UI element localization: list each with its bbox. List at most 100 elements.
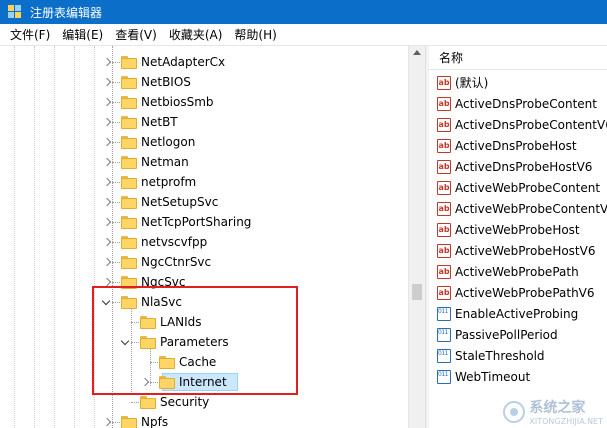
tree-node-label: Security xyxy=(160,395,210,409)
tree-node-netbt[interactable]: NetBT xyxy=(0,112,408,132)
string-value-icon: ab xyxy=(437,201,451,216)
scroll-up-arrow-icon[interactable] xyxy=(413,50,421,55)
value-row[interactable]: ab ActiveDnsProbeHostV6 xyxy=(437,156,592,177)
tree-scrollbar[interactable] xyxy=(408,46,425,428)
binary-value-icon: 011 110 xyxy=(437,348,451,363)
tree-node-label: Npfs xyxy=(141,415,169,428)
value-row[interactable]: ab ActiveDnsProbeHost xyxy=(437,135,577,156)
menu-bar: 文件(F) 编辑(E) 查看(V) 收藏夹(A) 帮助(H) xyxy=(0,24,607,46)
tree-node-label: netprofm xyxy=(141,175,197,189)
string-value-icon: ab xyxy=(437,180,451,195)
menu-view[interactable]: 查看(V) xyxy=(109,24,163,46)
window-title: 注册表编辑器 xyxy=(30,5,103,20)
value-row[interactable]: 011 110 StaleThreshold xyxy=(437,345,545,366)
value-row[interactable]: ab ActiveWebProbeHost xyxy=(437,219,580,240)
menu-help[interactable]: 帮助(H) xyxy=(228,24,282,46)
chevron-right-icon[interactable] xyxy=(102,78,112,88)
tree-node-nettcpportsharing[interactable]: NetTcpPortSharing xyxy=(0,212,408,232)
watermark-url: XITONGZHIJIA.NET xyxy=(529,417,603,426)
chevron-right-icon[interactable] xyxy=(102,238,112,248)
chevron-right-icon[interactable] xyxy=(102,158,112,168)
value-row[interactable]: ab ActiveWebProbePath xyxy=(437,261,579,282)
value-name: ActiveWebProbePathV6 xyxy=(455,285,595,300)
folder-icon xyxy=(121,236,137,249)
tree-node-label: NgcCtnrSvc xyxy=(141,255,212,269)
chevron-right-icon[interactable] xyxy=(102,138,112,148)
tree-node-ngcctnrsvc[interactable]: NgcCtnrSvc xyxy=(0,252,408,272)
folder-icon xyxy=(121,416,137,428)
value-name: ActiveWebProbeHost xyxy=(455,222,580,237)
folder-icon xyxy=(121,76,137,89)
watermark-brand: 系统之家 xyxy=(529,400,586,416)
tree-node-netbiossmb[interactable]: NetbiosSmb xyxy=(0,92,408,112)
value-name: (默认) xyxy=(455,76,489,90)
scroll-thumb[interactable] xyxy=(412,284,422,300)
tree-node-security[interactable]: Security xyxy=(0,392,408,412)
chevron-right-icon[interactable] xyxy=(102,118,112,128)
tree-node-label: NetTcpPortSharing xyxy=(141,215,252,229)
chevron-right-icon[interactable] xyxy=(102,258,112,268)
value-row[interactable]: ab ActiveDnsProbeContent xyxy=(437,93,597,114)
binary-value-icon: 011 110 xyxy=(437,327,451,342)
folder-icon xyxy=(121,216,137,229)
tree-node-label: Netman xyxy=(141,155,189,169)
value-row[interactable]: ab ActiveWebProbeContentV6 xyxy=(437,198,607,219)
folder-icon xyxy=(121,116,137,129)
chevron-right-icon[interactable] xyxy=(102,198,112,208)
tree-node-label: NetSetupSvc xyxy=(141,195,219,209)
value-row[interactable]: ab ActiveWebProbeHostV6 xyxy=(437,240,595,261)
string-value-icon: ab xyxy=(437,264,451,279)
chevron-right-icon[interactable] xyxy=(102,418,112,428)
tree-node-netlogon[interactable]: Netlogon xyxy=(0,132,408,152)
watermark-logo-icon xyxy=(503,400,526,423)
value-name: PassivePollPeriod xyxy=(455,327,558,342)
tree-node-label: NetAdapterCx xyxy=(141,55,226,69)
value-name: ActiveWebProbeContentV6 xyxy=(455,201,607,216)
value-row[interactable]: 011 110 EnableActiveProbing xyxy=(437,303,578,324)
values-list-pane[interactable]: 名称 ab (默认) ab ActiveDnsProbeContent ab Active… xyxy=(429,46,607,428)
folder-icon xyxy=(121,256,137,269)
string-value-icon: ab xyxy=(437,96,451,111)
tree-node-npfs[interactable]: Npfs xyxy=(0,412,408,428)
value-row[interactable]: ab ActiveDnsProbeContentV6 xyxy=(437,114,607,135)
menu-file[interactable]: 文件(F) xyxy=(4,24,56,46)
tree-node-label: NetBT xyxy=(141,115,178,129)
title-bar: 注册表编辑器 xyxy=(0,0,607,24)
chevron-right-icon[interactable] xyxy=(102,98,112,108)
tree-node-label: NetBIOS xyxy=(141,75,191,89)
value-name: ActiveDnsProbeContentV6 xyxy=(455,117,607,132)
tree-node-netvscvfpp[interactable]: netvscvfpp xyxy=(0,232,408,252)
value-name: StaleThreshold xyxy=(455,348,545,363)
value-row[interactable]: ab (默认) xyxy=(437,72,488,93)
chevron-right-icon[interactable] xyxy=(102,58,112,68)
column-header-name[interactable]: 名称 xyxy=(429,46,607,70)
tree-node-netbios[interactable]: NetBIOS xyxy=(0,72,408,92)
menu-favorites[interactable]: 收藏夹(A) xyxy=(163,24,229,46)
folder-icon xyxy=(121,156,137,169)
string-value-icon: ab xyxy=(437,243,451,258)
string-value-icon: ab xyxy=(437,75,451,90)
value-name: ActiveDnsProbeHostV6 xyxy=(455,159,593,174)
folder-icon xyxy=(121,196,137,209)
tree-node-netadaptercx[interactable]: NetAdapterCx xyxy=(0,52,408,72)
folder-icon xyxy=(121,56,137,69)
value-name: ActiveWebProbeHostV6 xyxy=(455,243,596,258)
value-name: ActiveWebProbeContent xyxy=(455,180,601,195)
chevron-right-icon[interactable] xyxy=(102,218,112,228)
value-name: ActiveWebProbePath xyxy=(455,264,579,279)
value-name: WebTimeout xyxy=(455,369,531,384)
tree-node-netprofm[interactable]: netprofm xyxy=(0,172,408,192)
value-row[interactable]: ab ActiveWebProbeContent xyxy=(437,177,600,198)
value-row[interactable]: 011 110 PassivePollPeriod xyxy=(437,324,558,345)
tree-node-label: NetbiosSmb xyxy=(141,95,214,109)
folder-icon xyxy=(121,176,137,189)
tree-node-netman[interactable]: Netman xyxy=(0,152,408,172)
chevron-right-icon[interactable] xyxy=(102,178,112,188)
value-row[interactable]: 011 110 WebTimeout xyxy=(437,366,530,387)
string-value-icon: ab xyxy=(437,117,451,132)
folder-icon xyxy=(121,96,137,109)
tree-node-label: netvscvfpp xyxy=(141,235,208,249)
tree-node-netsetupsvc[interactable]: NetSetupSvc xyxy=(0,192,408,212)
menu-edit[interactable]: 编辑(E) xyxy=(56,24,109,46)
value-row[interactable]: ab ActiveWebProbePathV6 xyxy=(437,282,595,303)
